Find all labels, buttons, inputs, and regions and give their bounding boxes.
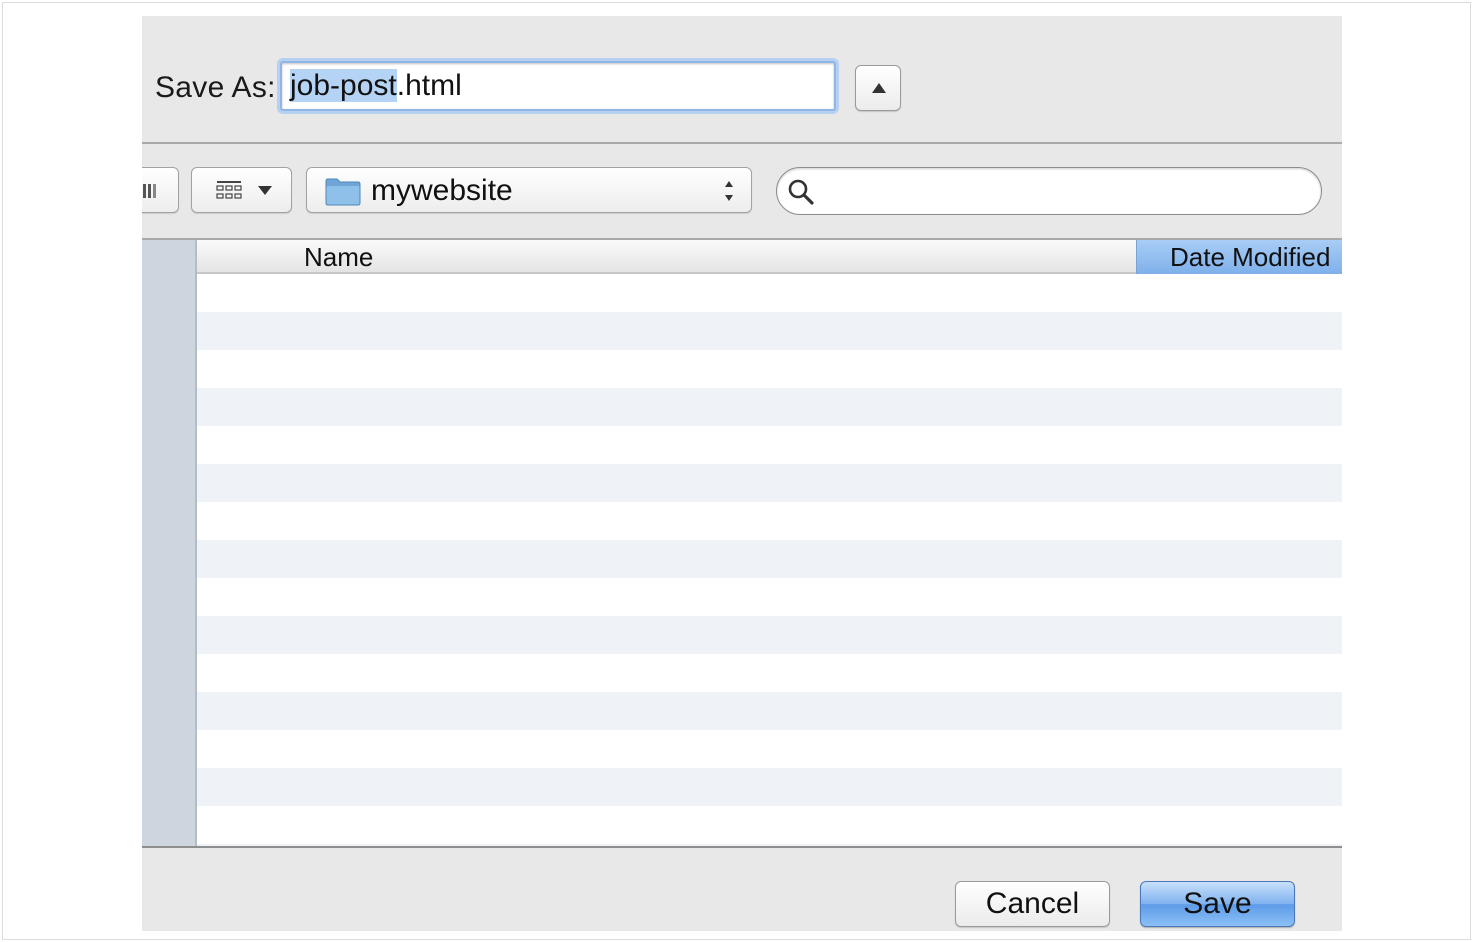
divider: [142, 142, 1342, 144]
arrange-menu-button[interactable]: [191, 167, 292, 213]
filename-extension-text: .html: [396, 69, 462, 102]
filename-selected-text: job-post: [290, 69, 397, 102]
empty-row: [197, 312, 1342, 350]
empty-row: [197, 426, 1342, 464]
column-view-button[interactable]: [142, 167, 179, 213]
empty-row: [197, 350, 1342, 388]
file-list[interactable]: Name Date Modified: [197, 240, 1342, 846]
columns-view-icon: [143, 184, 156, 198]
save-button[interactable]: Save: [1140, 881, 1295, 927]
column-header: Name Date Modified: [197, 240, 1342, 274]
column-header-date-modified-label: Date Modified: [1170, 242, 1331, 272]
empty-row: [197, 730, 1342, 768]
updown-arrows-icon: [725, 181, 733, 201]
screenshot-frame: Save As: job-post.html mywebsite Name Da…: [2, 2, 1471, 940]
empty-row: [197, 578, 1342, 616]
empty-row: [197, 768, 1342, 806]
save-dialog: Save As: job-post.html mywebsite Name Da…: [142, 16, 1342, 931]
folder-icon: [325, 178, 361, 206]
search-input[interactable]: [825, 174, 1309, 210]
grid-icon: [216, 181, 242, 199]
search-field[interactable]: [776, 167, 1322, 215]
chevron-down-icon: [258, 186, 272, 195]
filename-field[interactable]: job-post.html: [280, 61, 836, 111]
column-header-name[interactable]: Name: [304, 242, 373, 273]
empty-row: [197, 274, 1342, 312]
search-icon: [788, 179, 814, 205]
empty-row: [197, 616, 1342, 654]
empty-row: [197, 692, 1342, 730]
location-label: mywebsite: [371, 174, 513, 207]
location-popup[interactable]: mywebsite: [306, 167, 752, 213]
empty-row: [197, 388, 1342, 426]
file-rows: [197, 274, 1342, 846]
triangle-up-icon: [872, 83, 886, 93]
cancel-button[interactable]: Cancel: [955, 881, 1110, 927]
empty-row: [197, 806, 1342, 844]
empty-row: [197, 464, 1342, 502]
empty-row: [197, 654, 1342, 692]
empty-row: [197, 540, 1342, 578]
sidebar: [142, 240, 197, 846]
empty-row: [197, 502, 1342, 540]
column-header-date-modified[interactable]: Date Modified: [1136, 240, 1342, 274]
divider: [142, 846, 1342, 848]
save-as-label: Save As:: [155, 71, 276, 104]
collapse-dialog-button[interactable]: [855, 65, 901, 111]
